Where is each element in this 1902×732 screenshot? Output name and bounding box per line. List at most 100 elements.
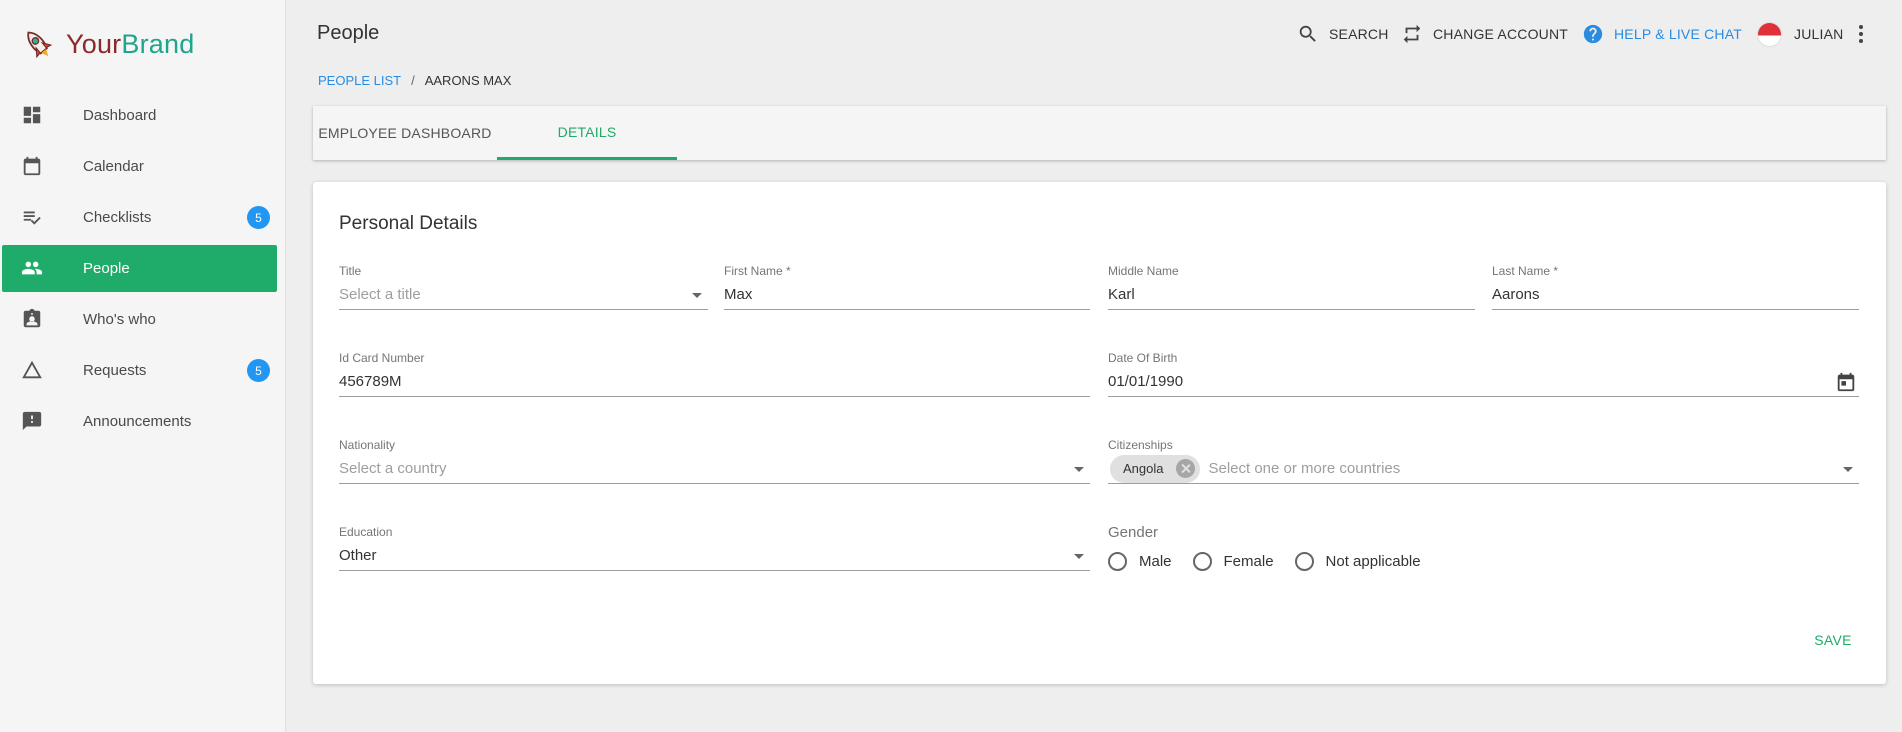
id-card-input[interactable]: 456789M (339, 369, 1090, 397)
rocket-icon (27, 31, 53, 59)
sidebar-item-people[interactable]: People (2, 245, 277, 292)
sidebar-item-calendar[interactable]: Calendar (0, 143, 286, 190)
tab-bar: EMPLOYEE DASHBOARD DETAILS (313, 106, 1886, 160)
first-name-label: First Name * (724, 264, 791, 278)
chip-label: Angola (1123, 461, 1164, 476)
calendar-icon[interactable] (1835, 371, 1857, 393)
gender-radio-group: Male Female Not applicable (1108, 552, 1442, 571)
sidebar-item-whos-who[interactable]: Who's who (0, 296, 286, 343)
brand-logo[interactable]: YourBrand (18, 26, 194, 62)
sidebar-item-label: Announcements (83, 413, 192, 430)
search-icon (1299, 25, 1316, 42)
citizenships-label: Citizenships (1108, 438, 1173, 452)
radio-button[interactable] (1108, 552, 1127, 571)
chip-remove-icon[interactable] (1176, 459, 1196, 478)
avatar (1757, 21, 1782, 47)
user-menu[interactable]: JULIAN (1757, 20, 1843, 48)
swap-icon (1403, 24, 1421, 44)
title-field: Title Select a title (339, 264, 708, 314)
flag-icon (1758, 22, 1781, 46)
citizenship-chip: Angola (1110, 454, 1201, 483)
change-account-button[interactable]: CHANGE ACCOUNT (1401, 20, 1568, 48)
sidebar-item-label: People (83, 260, 130, 277)
sidebar-item-checklists[interactable]: Checklists 5 (0, 194, 286, 241)
breadcrumb-current: AARONS MAX (424, 73, 512, 88)
personal-details-card: Personal Details Title Select a title Fi… (313, 182, 1886, 684)
gender-option-not-applicable[interactable]: Not applicable (1294, 552, 1421, 571)
nationality-field: Nationality Select a country (339, 438, 1090, 488)
dob-value: 01/01/1990 (1108, 373, 1184, 390)
change-account-label: CHANGE ACCOUNT (1433, 26, 1569, 42)
last-name-input[interactable]: Aarons (1492, 282, 1859, 310)
breadcrumb: PEOPLE LIST / AARONS MAX (318, 73, 511, 88)
id-card-field: Id Card Number 456789M (339, 351, 1090, 401)
first-name-field: First Name * Max (724, 264, 1090, 314)
sidebar-nav: Dashboard Calendar Checklists 5 People W… (0, 92, 286, 449)
checklists-count-badge: 5 (247, 206, 270, 229)
search-label: SEARCH (1329, 26, 1389, 42)
page-title: People (317, 22, 380, 44)
citizenships-select[interactable]: Angola Select one or more countries (1108, 454, 1859, 484)
requests-count-badge: 5 (247, 359, 270, 382)
calendar-icon (23, 156, 41, 176)
search-button[interactable]: SEARCH (1297, 20, 1389, 48)
checklist-icon (23, 211, 41, 225)
help-icon (1583, 24, 1603, 44)
help-chat-button[interactable]: HELP & LIVE CHAT (1582, 20, 1742, 48)
user-name: JULIAN (1794, 26, 1844, 42)
brand-name: YourBrand (66, 29, 194, 60)
radio-button[interactable] (1192, 552, 1212, 571)
sidebar-item-label: Checklists (83, 209, 152, 226)
middle-name-field: Middle Name Karl (1108, 264, 1475, 314)
tab-details[interactable]: DETAILS (497, 106, 677, 160)
announcement-icon (22, 411, 42, 431)
sidebar-item-dashboard[interactable]: Dashboard (0, 92, 286, 139)
breadcrumb-people-list-link[interactable]: PEOPLE LIST (318, 73, 401, 88)
gender-option-male[interactable]: Male (1108, 552, 1172, 571)
sidebar-item-label: Requests (83, 362, 147, 379)
last-name-label: Last Name * (1492, 264, 1559, 278)
first-name-input[interactable]: Max (724, 282, 1090, 310)
radio-button[interactable] (1294, 552, 1314, 571)
citizenships-placeholder: Select one or more countries (1208, 460, 1401, 477)
sidebar-item-announcements[interactable]: Announcements (0, 398, 286, 445)
nationality-select[interactable]: Select a country (339, 456, 1090, 484)
last-name-field: Last Name * Aarons (1492, 264, 1859, 314)
id-card-label: Id Card Number (339, 351, 425, 365)
triangle-icon (22, 360, 42, 379)
brand-part-1: Your (66, 28, 122, 59)
sidebar-item-requests[interactable]: Requests 5 (0, 347, 286, 394)
middle-name-input[interactable]: Karl (1108, 282, 1475, 310)
nationality-label: Nationality (339, 438, 396, 452)
brand-part-2: Brand (121, 28, 195, 59)
chevron-down-icon (1074, 554, 1084, 559)
people-icon (21, 261, 43, 275)
dob-field: Date Of Birth 01/01/1990 (1108, 351, 1859, 401)
gender-option-female[interactable]: Female (1192, 552, 1274, 571)
education-field: Education Other (339, 525, 1090, 575)
more-vert-icon[interactable] (1858, 24, 1864, 44)
sidebar-item-label: Calendar (83, 158, 144, 175)
dashboard-icon (23, 106, 41, 124)
contact-card-icon (23, 308, 41, 328)
chevron-down-icon (1843, 467, 1853, 472)
radio-label: Female (1223, 553, 1274, 570)
middle-name-label: Middle Name (1108, 264, 1179, 278)
radio-label: Not applicable (1325, 553, 1421, 570)
chevron-down-icon (1074, 467, 1084, 472)
education-select[interactable]: Other (339, 543, 1090, 571)
save-button[interactable]: SAVE (1803, 622, 1863, 658)
sidebar-item-label: Dashboard (83, 107, 157, 124)
dob-label: Date Of Birth (1108, 351, 1178, 365)
sidebar-item-label: Who's who (83, 311, 156, 328)
education-label: Education (339, 525, 393, 539)
breadcrumb-separator: / (411, 73, 415, 88)
dob-input[interactable]: 01/01/1990 (1108, 369, 1859, 397)
title-select[interactable]: Select a title (339, 282, 708, 310)
help-label: HELP & LIVE CHAT (1614, 26, 1742, 42)
citizenships-field: Citizenships Angola Select one or more c… (1108, 438, 1859, 488)
gender-label: Gender (1108, 524, 1159, 541)
card-title: Personal Details (339, 213, 478, 234)
tab-employee-dashboard[interactable]: EMPLOYEE DASHBOARD (313, 106, 497, 160)
sidebar: YourBrand Dashboard Calendar Checklists … (0, 0, 286, 732)
